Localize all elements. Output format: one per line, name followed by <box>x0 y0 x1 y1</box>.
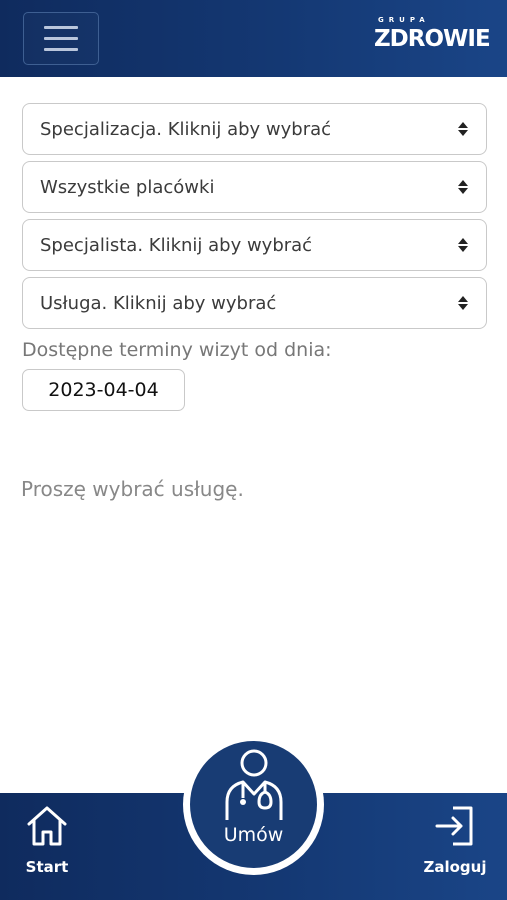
select-arrows-icon <box>458 296 468 310</box>
select-arrows-icon <box>458 122 468 136</box>
nav-login[interactable]: Zaloguj <box>420 804 490 876</box>
login-icon <box>435 806 473 846</box>
book-button[interactable]: Umów <box>190 741 317 868</box>
logo[interactable]: GRUPA ZDROWIE <box>374 14 491 68</box>
logo-text: ZDROWIE <box>374 26 491 52</box>
service-select-value: Usługa. Kliknij aby wybrać <box>40 292 277 314</box>
home-icon <box>27 806 67 846</box>
specialization-select-value: Specjalizacja. Kliknij aby wybrać <box>40 118 332 140</box>
select-service-message: Proszę wybrać usługę. <box>21 477 244 501</box>
nav-start-label: Start <box>25 858 69 876</box>
date-label: Dostępne terminy wizyt od dnia: <box>22 339 332 361</box>
specialist-select[interactable]: Specjalista. Kliknij aby wybrać <box>22 219 487 271</box>
menu-button[interactable] <box>23 12 99 65</box>
facility-select-value: Wszystkie placówki <box>40 176 215 198</box>
facility-select[interactable]: Wszystkie placówki <box>22 161 487 213</box>
select-arrows-icon <box>458 238 468 252</box>
nav-login-label: Zaloguj <box>423 858 487 876</box>
select-arrows-icon <box>458 180 468 194</box>
nav-start[interactable]: Start <box>17 804 77 876</box>
specialist-select-value: Specjalista. Kliknij aby wybrać <box>40 234 313 256</box>
doctor-icon <box>225 749 282 820</box>
specialization-select[interactable]: Specjalizacja. Kliknij aby wybrać <box>22 103 487 155</box>
booking-form: Specjalizacja. Kliknij aby wybrać Wszyst… <box>22 103 487 411</box>
book-button-label: Umów <box>223 824 284 846</box>
logo-small-text: GRUPA <box>378 16 430 24</box>
top-bar: GRUPA ZDROWIE <box>0 0 507 77</box>
hamburger-menu-icon <box>44 26 78 29</box>
service-select[interactable]: Usługa. Kliknij aby wybrać <box>22 277 487 329</box>
date-input[interactable]: 2023-04-04 <box>22 369 185 411</box>
